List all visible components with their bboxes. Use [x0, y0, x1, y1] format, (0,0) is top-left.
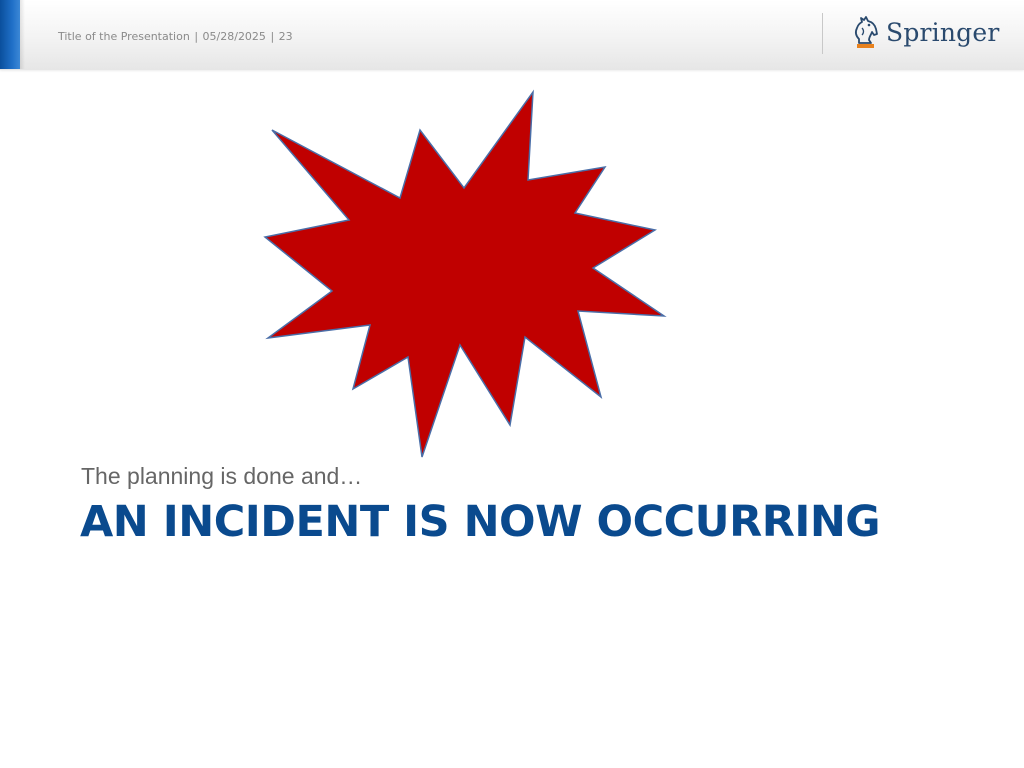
- header-accent-bar: [0, 0, 20, 69]
- logo-wordmark: Springer: [886, 17, 1000, 47]
- slide-header: Title of the Presentation | 05/28/2025 |…: [0, 0, 1024, 70]
- separator: |: [194, 30, 199, 43]
- explosion-icon: [263, 89, 667, 458]
- slide-title: AN INCIDENT IS NOW OCCURRING: [80, 497, 881, 547]
- logo-divider: [822, 13, 823, 54]
- chess-knight-icon: [855, 16, 878, 48]
- separator: |: [270, 30, 275, 43]
- presentation-info: Title of the Presentation | 05/28/2025 |…: [58, 30, 293, 43]
- springer-logo: Springer: [850, 13, 1000, 51]
- slide-subtitle: The planning is done and…: [81, 463, 363, 489]
- page-number: 23: [278, 30, 293, 43]
- presentation-date: 05/28/2025: [202, 30, 266, 43]
- explosion-starburst: [263, 89, 667, 458]
- header-accent-shadow: [20, 0, 25, 69]
- presentation-title: Title of the Presentation: [58, 30, 190, 43]
